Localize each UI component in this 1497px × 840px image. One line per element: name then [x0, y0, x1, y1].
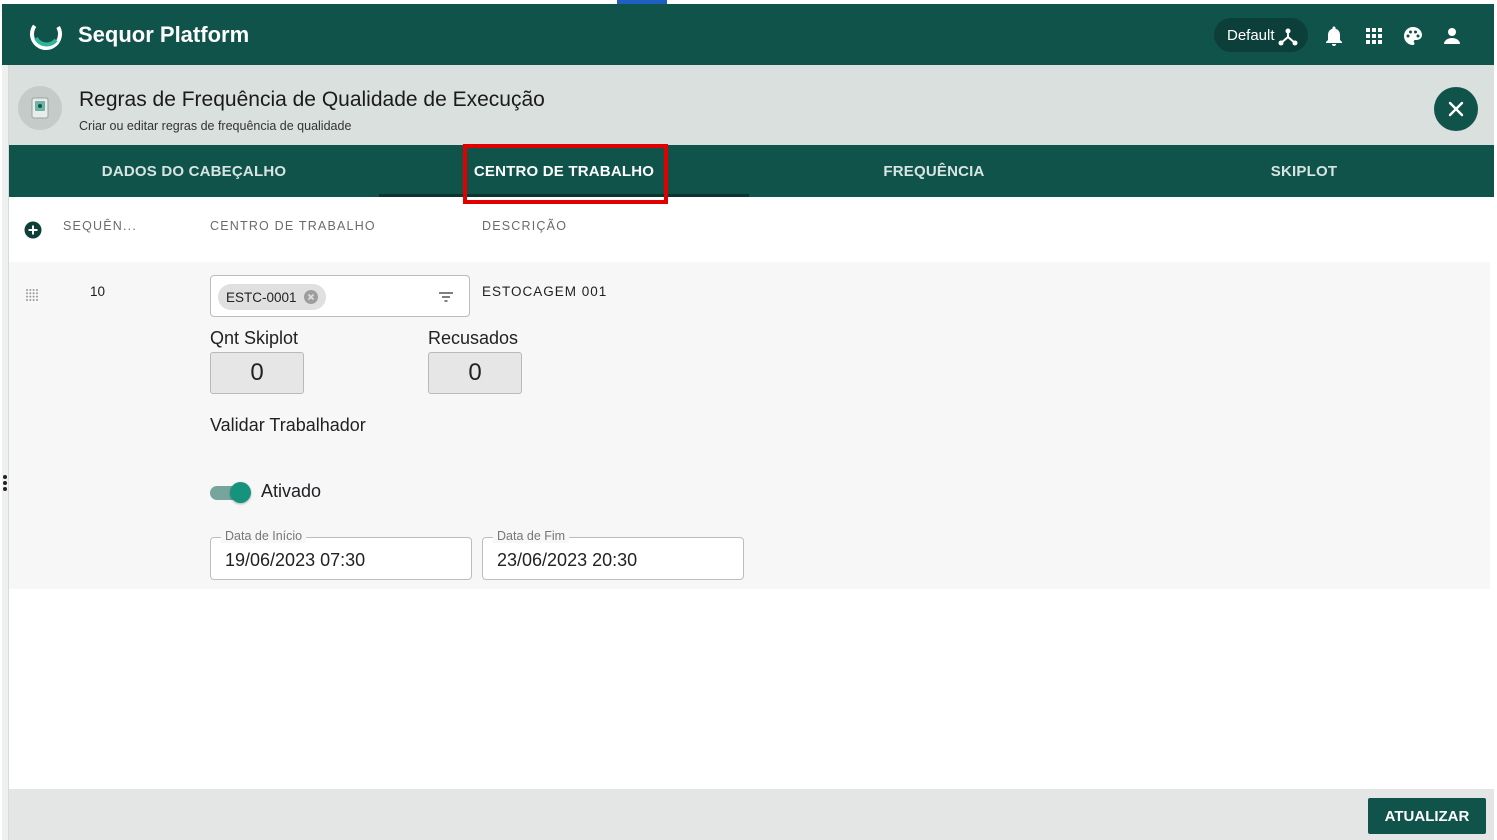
- drag-handle-icon[interactable]: [24, 287, 40, 303]
- apps-grid-icon[interactable]: [1362, 24, 1386, 48]
- column-header-sequence[interactable]: SEQUÊN...: [63, 219, 137, 233]
- validar-trabalhador-toggle[interactable]: [210, 482, 252, 503]
- sequence-value: 10: [90, 284, 106, 299]
- recusados-label: Recusados: [428, 328, 519, 348]
- environment-label: Default: [1227, 26, 1275, 44]
- page-title: Regras de Frequência de Qualidade de Exe…: [79, 88, 545, 111]
- recusados-field[interactable]: 0: [428, 352, 522, 394]
- add-circle-icon[interactable]: [24, 221, 42, 239]
- update-button[interactable]: ATUALIZAR: [1368, 798, 1486, 834]
- toggle-label: Ativado: [261, 481, 322, 501]
- description-value: ESTOCAGEM 001: [482, 284, 608, 299]
- end-date-value: 23/06/2023 20:30: [497, 550, 638, 570]
- tab-bar: DADOS DO CABEÇALHO CENTRO DE TRABALHO FR…: [9, 145, 1494, 197]
- work-center-chip-label: ESTC-0001: [226, 289, 297, 305]
- app-title: Sequor Platform: [78, 22, 250, 47]
- bell-icon[interactable]: [1322, 24, 1346, 48]
- user-icon[interactable]: [1440, 24, 1464, 48]
- tab-dados-do-cabecalho[interactable]: DADOS DO CABEÇALHO: [9, 145, 379, 197]
- toggle-knob: [230, 482, 251, 503]
- start-date-value: 19/06/2023 07:30: [225, 550, 366, 570]
- close-icon: [1448, 101, 1464, 117]
- validar-trabalhador-label: Validar Trabalhador: [210, 415, 366, 435]
- column-header-work-center[interactable]: CENTRO DE TRABALHO: [210, 219, 376, 233]
- start-date-field[interactable]: Data de Início 19/06/2023 07:30: [210, 529, 472, 580]
- palette-icon[interactable]: [1401, 24, 1425, 48]
- annotation-highlight-box: [463, 144, 668, 204]
- side-panel-edge: [2, 65, 9, 840]
- sequor-logo-icon: [30, 18, 62, 50]
- chip-remove-icon[interactable]: [303, 290, 318, 304]
- more-vert-icon[interactable]: [2, 473, 8, 495]
- page-subtitle: Criar ou editar regras de frequência de …: [79, 119, 352, 133]
- quality-rule-icon: [18, 86, 62, 130]
- qnt-skiplot-field[interactable]: 0: [210, 352, 304, 394]
- work-center-chip[interactable]: ESTC-0001: [218, 284, 326, 310]
- top-app-bar: Sequor Platform Default: [2, 4, 1494, 65]
- close-button[interactable]: [1434, 87, 1478, 131]
- network-icon: [1278, 28, 1298, 46]
- tab-frequencia[interactable]: FREQUÊNCIA: [749, 145, 1119, 197]
- end-date-field[interactable]: Data de Fim 23/06/2023 20:30: [482, 529, 744, 580]
- work-center-select[interactable]: ESTC-0001: [210, 275, 470, 317]
- footer-bar: [9, 789, 1494, 840]
- filter-icon[interactable]: [437, 288, 455, 306]
- end-date-label: Data de Fim: [493, 529, 570, 543]
- column-header-description[interactable]: DESCRIÇÃO: [482, 219, 567, 233]
- environment-selector[interactable]: Default: [1214, 18, 1308, 52]
- page-header: Regras de Frequência de Qualidade de Exe…: [9, 65, 1494, 145]
- start-date-label: Data de Início: [221, 529, 307, 543]
- qnt-skiplot-label: Qnt Skiplot: [210, 328, 299, 348]
- tab-skiplot[interactable]: SKIPLOT: [1119, 145, 1489, 197]
